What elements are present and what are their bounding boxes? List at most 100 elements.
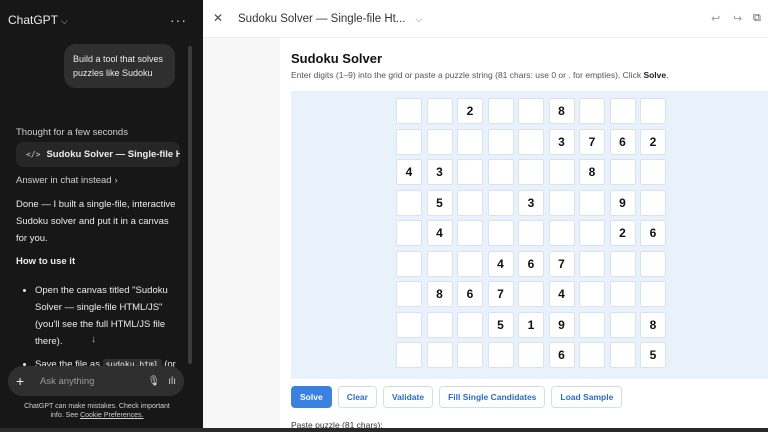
sudoku-cell[interactable] <box>579 220 605 246</box>
plus-icon[interactable]: + <box>16 373 30 389</box>
redo-icon[interactable]: ↪ <box>733 12 742 25</box>
sudoku-cell[interactable]: 9 <box>548 311 575 338</box>
validate-button[interactable]: Validate <box>382 386 434 408</box>
undo-icon[interactable]: ↩ <box>711 12 720 25</box>
sudoku-cell[interactable]: 7 <box>548 250 575 277</box>
sudoku-cell[interactable]: 7 <box>579 128 605 155</box>
sudoku-cell[interactable] <box>396 250 422 277</box>
sudoku-cell[interactable] <box>426 250 453 277</box>
sudoku-cell[interactable] <box>518 128 544 155</box>
sudoku-cell[interactable]: 6 <box>609 128 636 155</box>
microphone-icon[interactable]: 🎙 <box>148 376 161 387</box>
copy-icon[interactable]: ⧉ <box>753 12 761 25</box>
sudoku-cell[interactable] <box>396 189 422 216</box>
sudoku-cell[interactable]: 4 <box>487 250 514 277</box>
sudoku-cell[interactable]: 5 <box>487 311 514 338</box>
sudoku-cell[interactable] <box>548 220 575 246</box>
sudoku-cell[interactable] <box>518 342 544 368</box>
load-sample-button[interactable]: Load Sample <box>551 386 623 408</box>
sudoku-cell[interactable]: 6 <box>640 220 666 246</box>
sudoku-cell[interactable] <box>487 159 514 185</box>
sudoku-cell[interactable]: 5 <box>426 189 453 216</box>
sudoku-cell[interactable] <box>609 281 636 307</box>
sudoku-cell[interactable] <box>640 250 666 277</box>
sudoku-cell[interactable]: 4 <box>396 159 422 185</box>
chat-scrollbar[interactable] <box>188 46 192 364</box>
cookie-preferences-link[interactable]: Cookie Preferences. <box>80 412 143 419</box>
sudoku-cell[interactable] <box>579 189 605 216</box>
sudoku-cell[interactable] <box>579 311 605 338</box>
sudoku-cell[interactable] <box>487 128 514 155</box>
sudoku-cell[interactable]: 3 <box>548 128 575 155</box>
sudoku-cell[interactable] <box>426 98 453 124</box>
sudoku-cell[interactable] <box>457 128 483 155</box>
sudoku-cell[interactable]: 5 <box>640 342 666 368</box>
voice-mode-icon[interactable]: ılı <box>168 376 176 387</box>
sudoku-cell[interactable] <box>609 159 636 185</box>
input-placeholder[interactable]: Ask anything <box>40 376 140 387</box>
sudoku-cell[interactable] <box>640 98 666 124</box>
more-options-icon[interactable]: ··· <box>170 12 187 28</box>
sudoku-cell[interactable] <box>457 220 483 246</box>
sudoku-cell[interactable]: 6 <box>548 342 575 368</box>
sudoku-cell[interactable]: 2 <box>640 128 666 155</box>
sudoku-cell[interactable]: 9 <box>609 189 636 216</box>
sudoku-cell[interactable] <box>396 220 422 246</box>
answer-in-chat-link[interactable]: Answer in chat instead › <box>16 175 118 186</box>
sudoku-cell[interactable]: 4 <box>426 220 453 246</box>
sudoku-cell[interactable] <box>518 98 544 124</box>
sudoku-cell[interactable] <box>457 342 483 368</box>
scroll-down-icon[interactable]: ↓ <box>91 334 96 345</box>
sudoku-cell[interactable] <box>426 311 453 338</box>
sudoku-cell[interactable]: 2 <box>457 98 483 124</box>
sudoku-cell[interactable] <box>518 159 544 185</box>
sudoku-cell[interactable] <box>396 281 422 307</box>
sudoku-cell[interactable] <box>579 98 605 124</box>
sudoku-cell[interactable] <box>579 281 605 307</box>
sudoku-cell[interactable] <box>609 342 636 368</box>
sudoku-cell[interactable] <box>640 159 666 185</box>
sudoku-cell[interactable]: 3 <box>426 159 453 185</box>
sudoku-cell[interactable] <box>457 189 483 216</box>
sudoku-cell[interactable]: 6 <box>518 250 544 277</box>
sudoku-cell[interactable]: 8 <box>426 281 453 307</box>
sudoku-cell[interactable]: 8 <box>579 159 605 185</box>
sudoku-cell[interactable] <box>457 311 483 338</box>
fill-single-candidates-button[interactable]: Fill Single Candidates <box>439 386 546 408</box>
sudoku-cell[interactable] <box>548 189 575 216</box>
thought-status[interactable]: Thought for a few seconds <box>16 127 128 138</box>
sudoku-cell[interactable]: 3 <box>518 189 544 216</box>
canvas-link[interactable]: </> Sudoku Solver — Single-file Ht <box>16 142 180 167</box>
sudoku-cell[interactable]: 2 <box>609 220 636 246</box>
sudoku-cell[interactable] <box>396 342 422 368</box>
sudoku-cell[interactable]: 7 <box>487 281 514 307</box>
sudoku-cell[interactable] <box>579 250 605 277</box>
sudoku-cell[interactable] <box>457 250 483 277</box>
sudoku-cell[interactable] <box>609 98 636 124</box>
clear-button[interactable]: Clear <box>337 386 377 408</box>
sudoku-cell[interactable] <box>640 281 666 307</box>
sudoku-cell[interactable] <box>548 159 575 185</box>
sudoku-cell[interactable]: 8 <box>548 98 575 124</box>
sudoku-cell[interactable]: 4 <box>548 281 575 307</box>
close-icon[interactable]: ✕ <box>213 11 223 25</box>
sudoku-cell[interactable] <box>487 189 514 216</box>
sudoku-cell[interactable]: 6 <box>457 281 483 307</box>
sudoku-cell[interactable] <box>487 220 514 246</box>
sudoku-cell[interactable] <box>426 342 453 368</box>
sudoku-cell[interactable] <box>518 220 544 246</box>
sudoku-cell[interactable] <box>396 128 422 155</box>
sudoku-cell[interactable] <box>609 250 636 277</box>
model-selector[interactable]: ChatGPT ⌵ <box>8 13 68 27</box>
sudoku-cell[interactable] <box>487 98 514 124</box>
sudoku-cell[interactable] <box>396 98 422 124</box>
sudoku-cell[interactable] <box>457 159 483 185</box>
sudoku-cell[interactable] <box>609 311 636 338</box>
sudoku-cell[interactable] <box>518 281 544 307</box>
sudoku-cell[interactable]: 8 <box>640 311 666 338</box>
sudoku-cell[interactable] <box>640 189 666 216</box>
solve-button[interactable]: Solve <box>291 386 332 408</box>
sudoku-cell[interactable]: 1 <box>518 311 544 338</box>
chat-input[interactable]: + Ask anything 🎙 ılı <box>8 366 184 396</box>
canvas-title[interactable]: Sudoku Solver — Single-file Ht... ⌵ <box>238 13 422 25</box>
